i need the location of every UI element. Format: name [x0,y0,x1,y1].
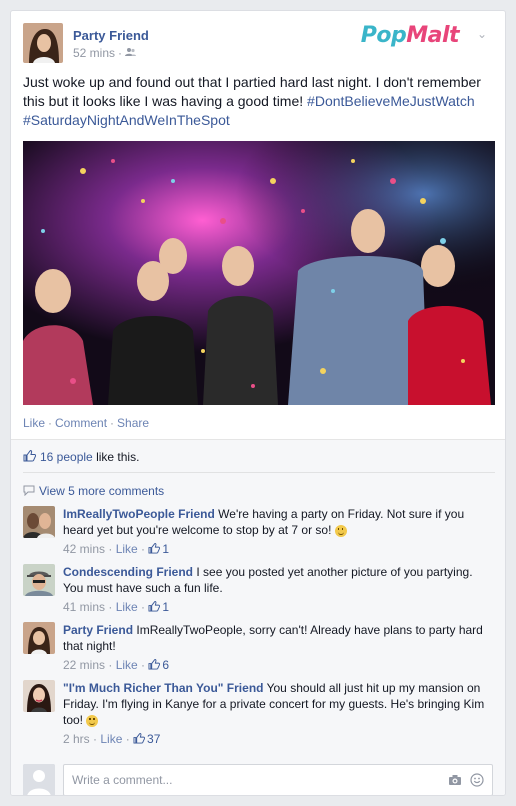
comment-like-count[interactable]: 6 [162,658,169,672]
comment-like-button[interactable]: Like [116,542,138,556]
thumbs-up-icon [148,600,161,616]
post-card: Party Friend 52 mins · PopMalt ⌄ Just wok… [10,10,506,796]
feedback-section: 16 people like this. View 5 more comment… [11,439,505,795]
commenter-avatar[interactable] [23,506,55,538]
commenter-name[interactable]: "I'm Much Richer Than You" Friend [63,681,263,695]
likes-suffix: like this. [96,450,140,464]
comment-body: ImReallyTwoPeople Friend We're having a … [63,506,493,558]
thumbs-up-icon [148,542,161,558]
comment-body: Condescending Friend I see you posted ye… [63,564,493,616]
comment-meta: 41 mins · Like · 1 [63,600,170,616]
popmalt-logo: PopMalt [360,23,460,48]
comment-like-count[interactable]: 37 [147,732,160,746]
smiley-icon [86,714,99,727]
comment-meta: 42 mins · Like · 1 [63,542,170,558]
thumbs-up-icon [148,658,161,674]
share-button[interactable]: Share [117,416,149,430]
comment-meta: 22 mins · Like · 6 [63,658,170,674]
likes-summary: 16 people like this. [23,450,139,465]
post-author-name[interactable]: Party Friend [73,28,149,43]
comment-button[interactable]: Comment [55,416,107,430]
friends-icon[interactable] [125,46,137,60]
commenter-avatar[interactable] [23,564,55,596]
hashtag-link[interactable]: #DontBelieveMeJustWatch [307,93,475,109]
hashtag-link[interactable]: #SaturdayNightAndWeInTheSpot [23,112,230,128]
smiley-icon [334,524,347,537]
camera-icon[interactable] [448,774,462,789]
commenter-avatar[interactable] [23,622,55,654]
comment-like-count[interactable]: 1 [162,542,169,556]
thumbs-up-icon [23,450,37,465]
comment-like-button[interactable]: Like [100,732,122,746]
comment-composer: Write a comment... [23,764,495,795]
comment-time[interactable]: 41 mins [63,600,105,614]
chevron-down-icon[interactable]: ⌄ [477,27,487,41]
commenter-name[interactable]: Condescending Friend [63,565,193,579]
comment-input[interactable]: Write a comment... [63,764,493,795]
commenter-name[interactable]: ImReallyTwoPeople Friend [63,507,215,521]
comment-body: Party Friend ImReallyTwoPeople, sorry ca… [63,622,493,674]
comment-time[interactable]: 22 mins [63,658,105,672]
emoji-icon[interactable] [470,773,484,790]
post-timestamp[interactable]: 52 mins [73,46,115,60]
post-meta: 52 mins · [73,46,137,60]
current-user-avatar [23,764,55,795]
commenter-avatar[interactable] [23,680,55,712]
comment-like-button[interactable]: Like [116,600,138,614]
author-avatar[interactable] [23,23,63,63]
view-more-label[interactable]: View 5 more comments [39,484,164,498]
post-photo[interactable] [23,141,495,405]
comment-time[interactable]: 2 hrs [63,732,90,746]
commenter-name[interactable]: Party Friend [63,623,133,637]
post-actions: Like · Comment · Share [23,416,150,430]
divider [23,472,495,473]
comment-placeholder: Write a comment... [72,773,173,787]
comment-meta: 2 hrs · Like · 37 [63,732,161,748]
comment-bubble-icon [23,485,35,499]
post-text: Just woke up and found out that I partie… [23,73,495,130]
comment-time[interactable]: 42 mins [63,542,105,556]
view-more-comments[interactable]: View 5 more comments [23,484,164,499]
like-button[interactable]: Like [23,416,45,430]
brand-pop: Pop [360,23,407,48]
likes-count-link[interactable]: 16 people [40,450,93,464]
brand-malt: Malt [406,23,459,48]
comment-like-button[interactable]: Like [116,658,138,672]
post-header: Party Friend 52 mins · PopMalt ⌄ [23,23,493,63]
thumbs-up-icon [133,732,146,748]
comment-like-count[interactable]: 1 [162,600,169,614]
comment-body: "I'm Much Richer Than You" Friend You sh… [63,680,493,748]
